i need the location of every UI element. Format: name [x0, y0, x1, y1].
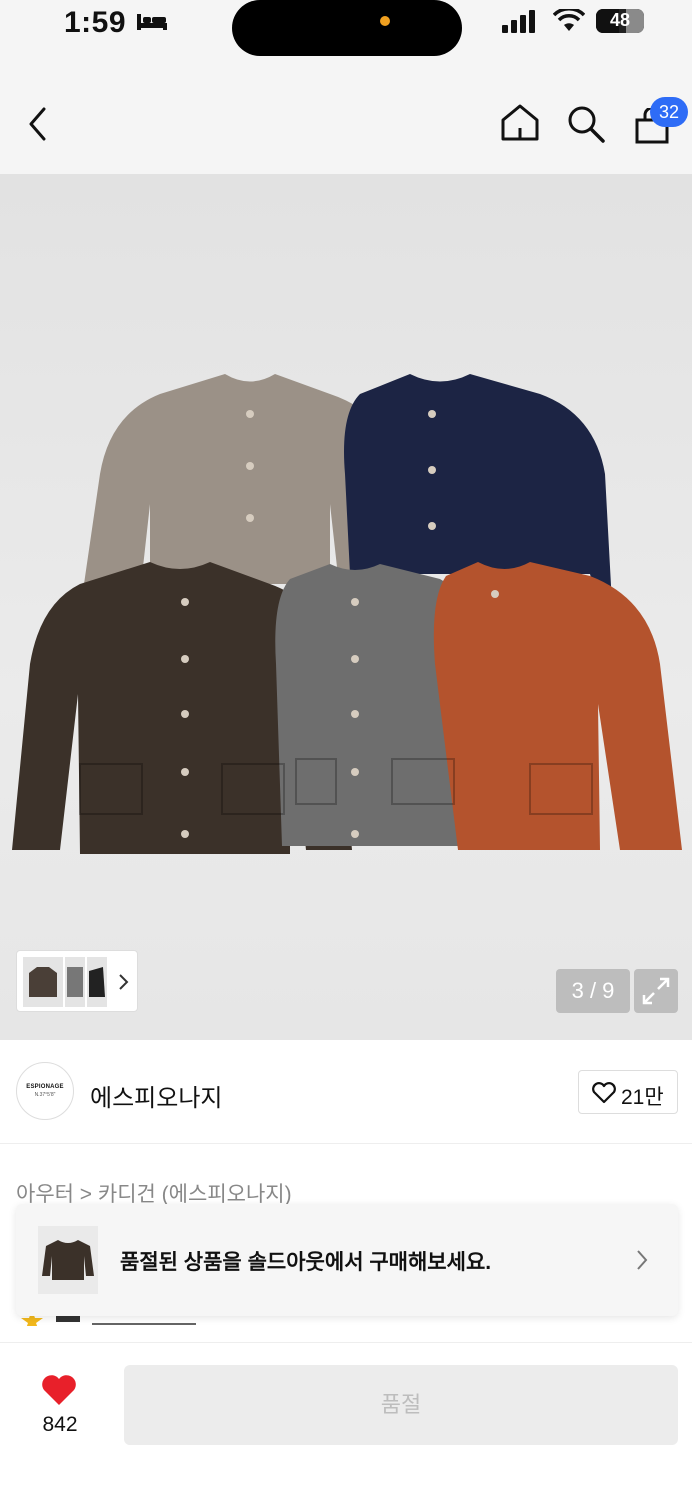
home-icon[interactable] — [500, 102, 540, 142]
chevron-right-icon — [637, 1250, 648, 1270]
status-time: 1:59 — [64, 6, 127, 39]
bottom-action-bar: 842 품절 — [0, 1342, 692, 1500]
brand-logo[interactable]: ESPIONAGE N.37°5'8" — [16, 1062, 74, 1120]
page-indicator: 3 / 9 — [556, 969, 630, 1013]
heart-icon — [42, 1375, 76, 1405]
cart-count-badge: 32 — [650, 97, 688, 127]
sweater-orange — [433, 562, 682, 850]
dynamic-island — [232, 0, 462, 56]
product-image-gallery[interactable]: 3 / 9 — [0, 174, 692, 1040]
wishlist-button[interactable]: 842 — [20, 1365, 100, 1441]
brand-logo-text: ESPIONAGE — [26, 1084, 64, 1090]
product-photo — [12, 374, 682, 854]
battery-percent: 48 — [609, 10, 631, 30]
brand-name[interactable]: 에스피오나지 — [90, 1078, 222, 1113]
status-bar: 1:59 48 — [0, 0, 692, 56]
thumbnail-images[interactable] — [17, 951, 139, 1013]
battery-indicator: 48 — [596, 9, 644, 33]
brand-row[interactable]: ESPIONAGE N.37°5'8" 에스피오나지 21만 — [0, 1040, 692, 1144]
back-icon[interactable] — [26, 106, 50, 142]
soldout-promo-banner[interactable]: 품절된 상품을 솔드아웃에서 구매해보세요. — [16, 1204, 678, 1316]
soldout-button: 품절 — [124, 1365, 678, 1445]
expand-icon — [642, 977, 670, 1005]
expand-button[interactable] — [634, 969, 678, 1013]
search-icon[interactable] — [566, 104, 606, 144]
privacy-indicator-dot — [380, 16, 390, 26]
brand-like-button[interactable]: 21만 — [578, 1070, 678, 1114]
wifi-icon — [553, 9, 585, 31]
heart-outline-icon — [592, 1082, 616, 1104]
signal-icon — [502, 10, 535, 33]
brand-like-count: 21만 — [621, 1086, 664, 1109]
wishlist-count: 842 — [42, 1413, 78, 1436]
thumbnail-strip[interactable] — [16, 950, 138, 1012]
brand-logo-subtext: N.37°5'8" — [34, 1092, 56, 1098]
top-nav — [0, 56, 692, 174]
banner-product-thumbnail — [38, 1226, 98, 1294]
banner-text: 품절된 상품을 솔드아웃에서 구매해보세요. — [120, 1251, 492, 1274]
bed-icon — [137, 14, 167, 30]
